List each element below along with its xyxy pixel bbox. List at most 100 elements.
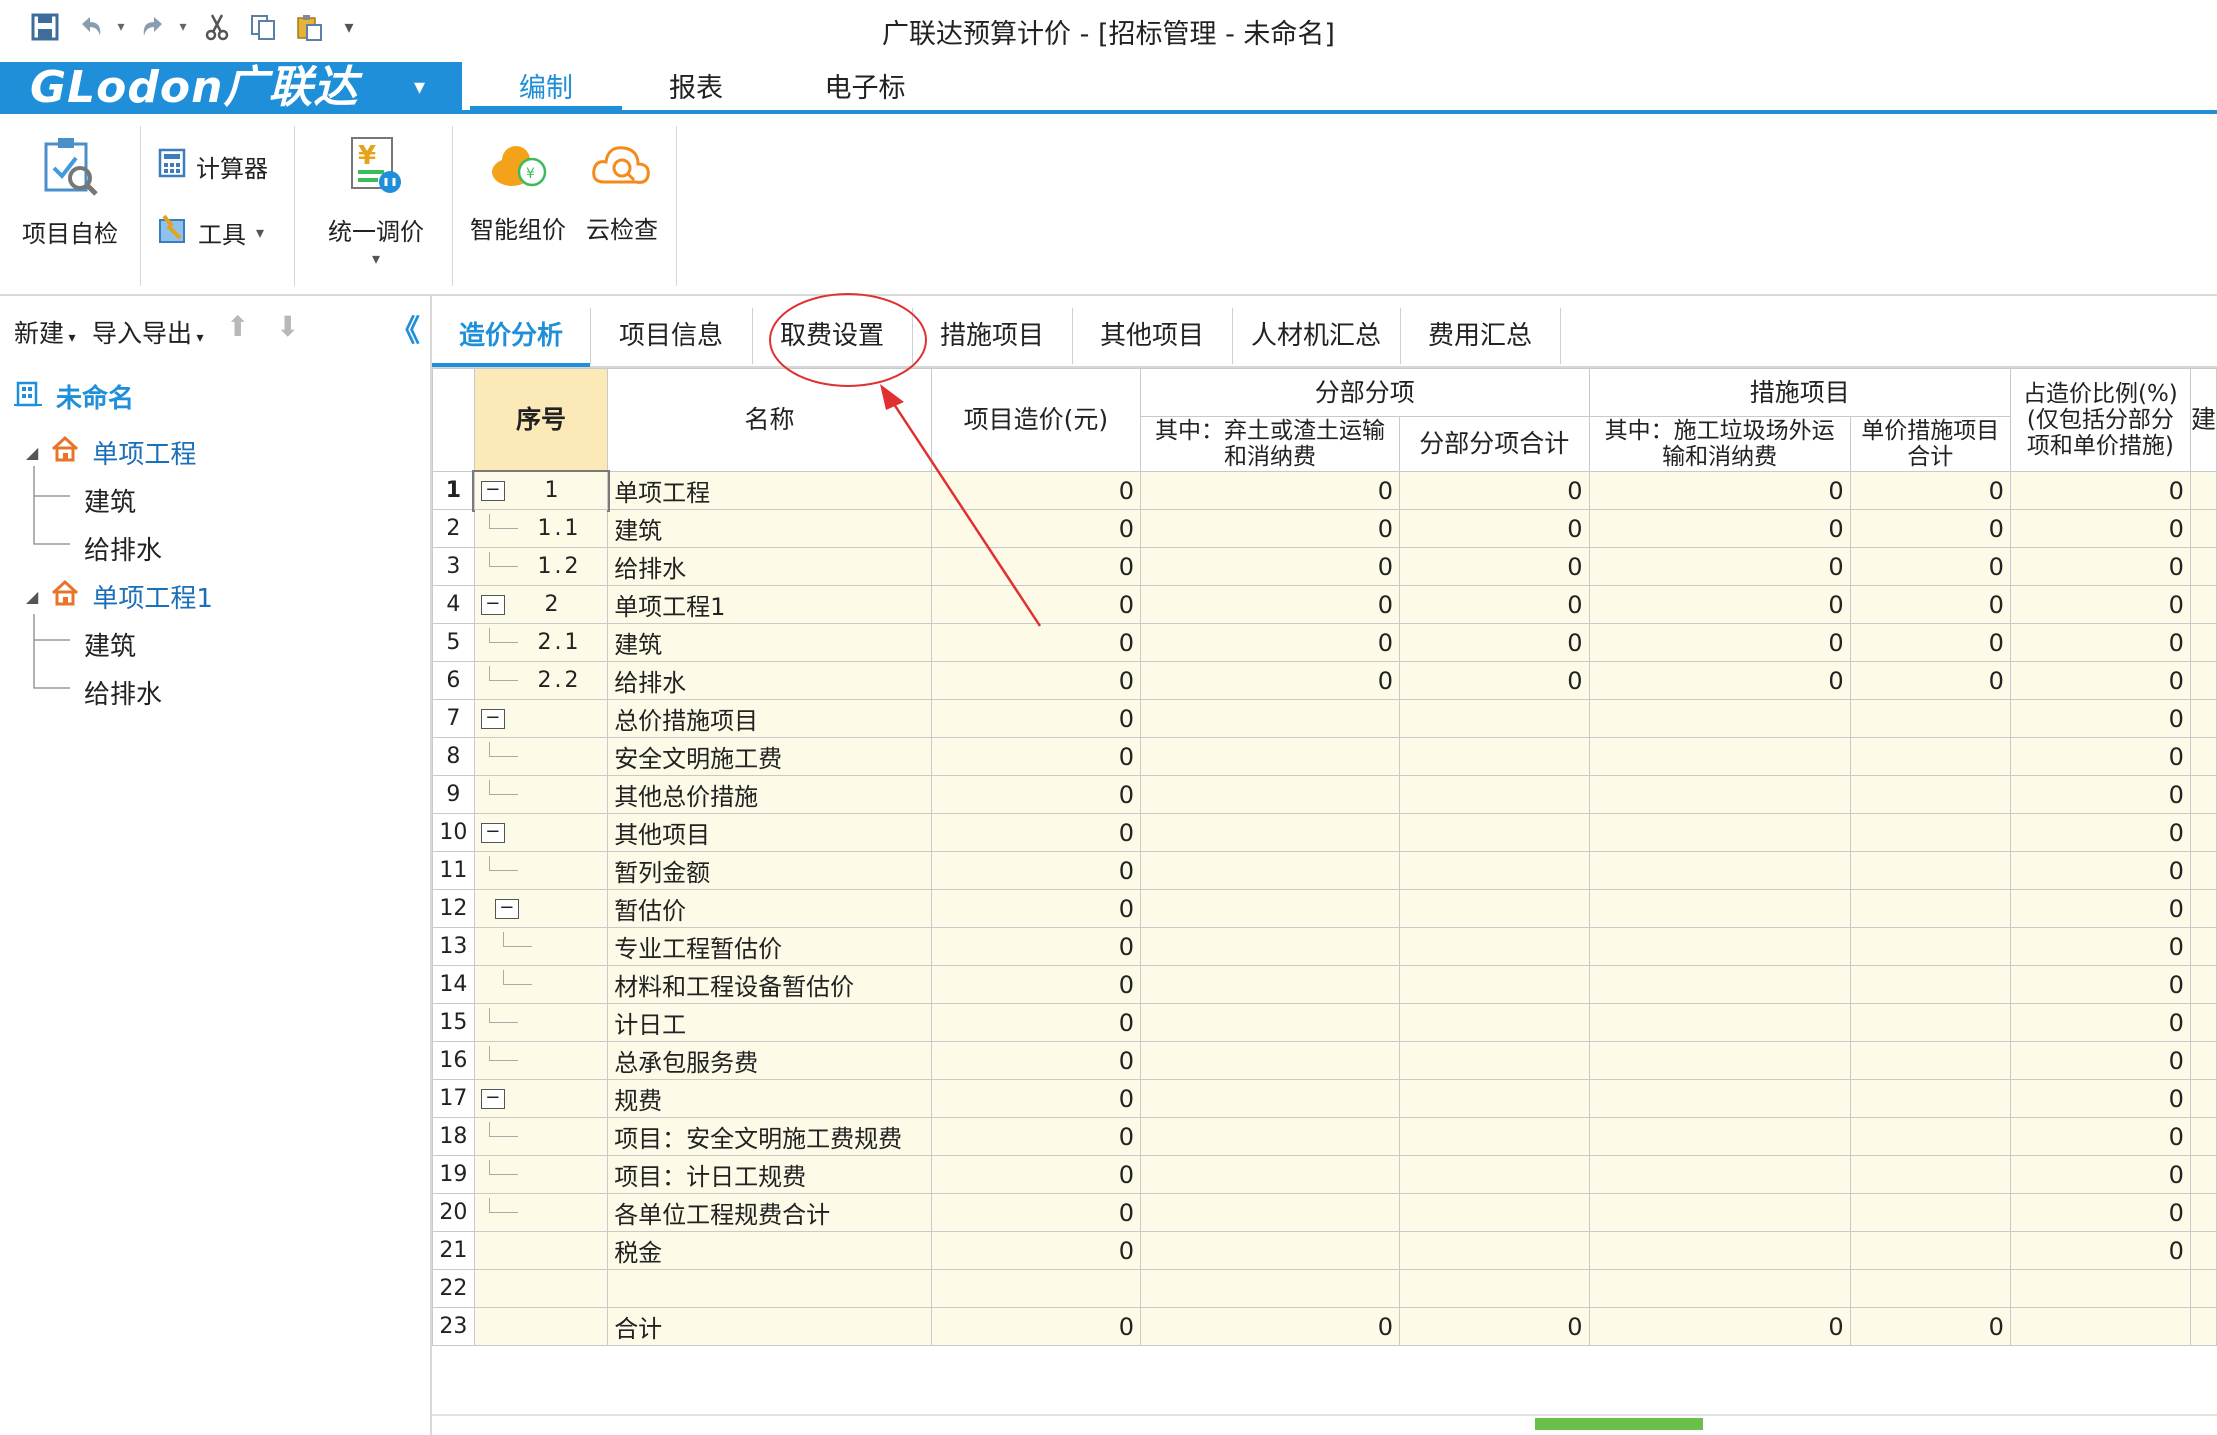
cs-garbage-cell[interactable] [1588,927,1851,966]
last-cell[interactable] [2189,1231,2217,1270]
ratio-cell[interactable] [2009,1307,2191,1346]
ratio-cell[interactable]: 0 [2009,851,2191,890]
fbfx-disposal-cell[interactable]: 0 [1140,1307,1400,1346]
cs-unit-total-cell[interactable]: 0 [1849,509,2011,548]
name-cell[interactable]: 总承包服务费 [607,1041,932,1080]
seq-cell[interactable]: 1.2 [473,547,609,586]
fbfx-total-cell[interactable] [1398,737,1590,776]
last-cell[interactable] [2189,775,2217,814]
name-cell[interactable]: 规费 [607,1079,932,1118]
fbfx-total-cell[interactable]: 0 [1398,471,1590,510]
last-cell[interactable] [2189,661,2217,700]
splitter-handle[interactable] [1535,1418,1703,1430]
cs-unit-total-cell[interactable]: 0 [1849,471,2011,510]
last-cell[interactable] [2189,813,2217,852]
seq-cell[interactable] [473,1041,609,1080]
cost-cell[interactable]: 0 [930,965,1142,1004]
last-cell[interactable] [2189,737,2217,776]
last-cell[interactable] [2189,1193,2217,1232]
row-number[interactable]: 8 [432,737,475,776]
fbfx-disposal-cell[interactable]: 0 [1140,623,1400,662]
cs-unit-total-cell[interactable] [1849,965,2011,1004]
table-row[interactable]: 22 [432,1269,2217,1308]
cs-unit-total-cell[interactable] [1849,813,2011,852]
fbfx-disposal-cell[interactable] [1140,1269,1400,1308]
seq-cell[interactable]: − [473,889,609,928]
row-number[interactable]: 3 [432,547,475,586]
seq-cell[interactable] [473,1193,609,1232]
tree-leaf-building[interactable]: 建筑 [84,482,136,519]
fbfx-total-cell[interactable] [1398,1003,1590,1042]
name-cell[interactable]: 安全文明施工费 [607,737,932,776]
row-number[interactable]: 20 [432,1193,475,1232]
fbfx-total-cell[interactable] [1398,1079,1590,1118]
cs-garbage-cell[interactable] [1588,965,1851,1004]
seq-cell[interactable]: 1.1 [473,509,609,548]
import-export-button[interactable]: 导入导出 ▾ [92,314,204,350]
fbfx-total-cell[interactable]: 0 [1398,1307,1590,1346]
tree-root[interactable]: 未命名 [14,378,134,415]
name-cell[interactable]: 总价措施项目 [607,699,932,738]
table-row[interactable]: 6 2.2 给排水 0 0 0 0 0 0 [432,661,2217,700]
ribbon-tab-edit[interactable]: 编制 [470,68,622,112]
collapse-toggle-icon[interactable]: − [480,480,505,501]
name-cell[interactable]: 合计 [607,1307,932,1346]
collapse-panel-icon[interactable]: 《 [390,306,420,350]
ratio-cell[interactable]: 0 [2009,1155,2191,1194]
cost-cell[interactable]: 0 [930,889,1142,928]
ratio-cell[interactable]: 0 [2009,585,2191,624]
ratio-cell[interactable]: 0 [2009,509,2191,548]
seq-cell[interactable]: −2 [473,585,609,624]
name-cell[interactable]: 计日工 [607,1003,932,1042]
name-cell[interactable]: 各单位工程规费合计 [607,1193,932,1232]
fbfx-total-cell[interactable] [1398,1117,1590,1156]
tree-leaf-building[interactable]: 建筑 [84,626,136,663]
table-row[interactable]: 10− 其他项目 0 0 [432,813,2217,852]
ribbon-tab-ebid[interactable]: 电子标 [790,68,940,110]
seq-cell[interactable] [473,927,609,966]
row-number[interactable]: 11 [432,851,475,890]
table-row[interactable]: 12− 暂估价 0 0 [432,889,2217,928]
tab-other-items[interactable]: 其他项目 [1072,308,1233,364]
fbfx-total-cell[interactable] [1398,889,1590,928]
collapse-toggle-icon[interactable]: − [494,898,519,919]
fbfx-total-cell[interactable]: 0 [1398,509,1590,548]
tab-labor-material-summary[interactable]: 人材机汇总 [1232,308,1401,364]
header-seq[interactable]: 序号 [473,368,609,472]
table-row[interactable]: 1−1 单项工程 0 0 0 0 0 0 [432,469,2217,512]
fbfx-total-cell[interactable]: 0 [1398,547,1590,586]
seq-cell[interactable] [473,1155,609,1194]
cs-garbage-cell[interactable] [1588,1003,1851,1042]
cs-garbage-cell[interactable] [1588,1041,1851,1080]
ratio-cell[interactable]: 0 [2009,1041,2191,1080]
cs-unit-total-cell[interactable]: 0 [1849,585,2011,624]
seq-cell[interactable]: − [473,699,609,738]
smart-price-button[interactable]: ¥ 智能组价 [466,138,570,245]
fbfx-total-cell[interactable] [1398,1041,1590,1080]
unified-price-button[interactable]: ¥ 统一调价 ▾ [318,134,434,268]
name-cell[interactable]: 暂列金额 [607,851,932,890]
seq-cell[interactable] [473,851,609,890]
tab-project-info[interactable]: 项目信息 [590,308,753,364]
fbfx-disposal-cell[interactable] [1140,813,1400,852]
tools-button[interactable]: 工具 ▾ [158,214,264,250]
collapse-toggle-icon[interactable]: − [480,1088,505,1109]
table-row[interactable]: 14 材料和工程设备暂估价 0 0 [432,965,2217,1004]
ratio-cell[interactable]: 0 [2009,1193,2191,1232]
collapse-toggle-icon[interactable]: − [480,708,505,729]
table-row[interactable]: 20 各单位工程规费合计 0 0 [432,1193,2217,1232]
last-cell[interactable] [2189,851,2217,890]
fbfx-total-cell[interactable] [1398,1155,1590,1194]
fbfx-total-cell[interactable] [1398,813,1590,852]
ratio-cell[interactable]: 0 [2009,889,2191,928]
cs-unit-total-cell[interactable] [1849,927,2011,966]
cs-garbage-cell[interactable] [1588,813,1851,852]
fbfx-disposal-cell[interactable] [1140,1155,1400,1194]
fbfx-disposal-cell[interactable] [1140,1041,1400,1080]
row-number[interactable]: 2 [432,509,475,548]
cs-garbage-cell[interactable] [1588,1269,1851,1308]
ratio-cell[interactable]: 0 [2009,775,2191,814]
seq-cell[interactable] [473,775,609,814]
row-number[interactable]: 6 [432,661,475,700]
cs-garbage-cell[interactable]: 0 [1588,547,1851,586]
